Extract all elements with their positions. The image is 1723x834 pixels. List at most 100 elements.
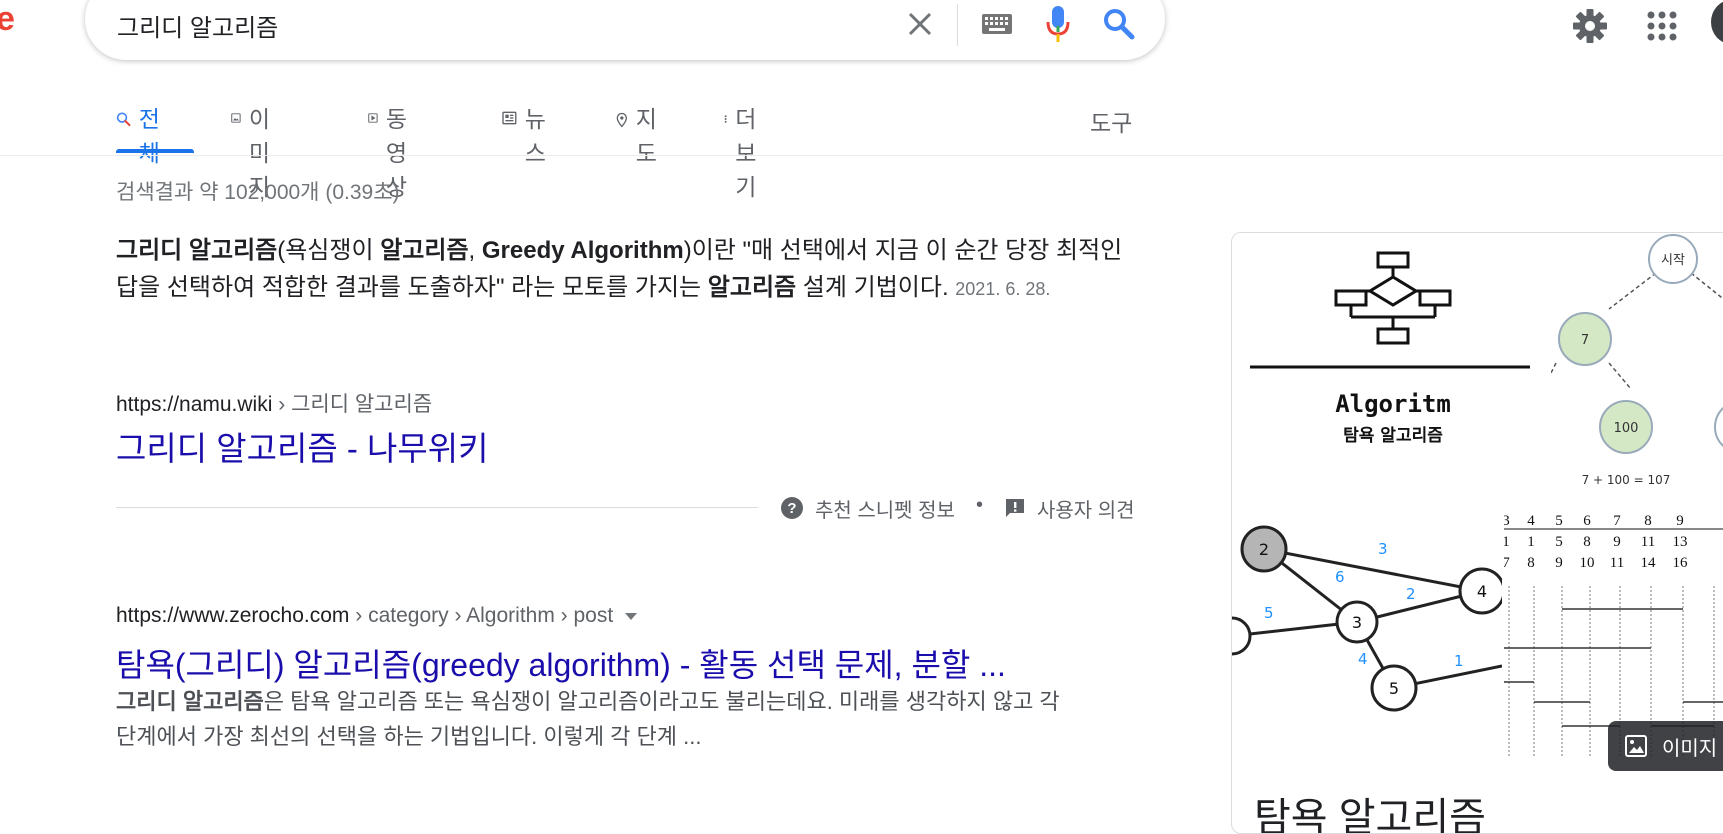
knowledge-panel: Algoritm 탐욕 알고리즘 시작 7 100 7 + 100 = 107 …	[1231, 232, 1723, 834]
table-cell: 5	[1555, 513, 1563, 529]
feedback-link[interactable]: 사용자 의견	[1037, 494, 1135, 523]
table-cell: 9	[1613, 534, 1621, 550]
tab-videos[interactable]: 동영상	[368, 100, 417, 200]
knowledge-panel-title: 탐욕 알고리즘	[1254, 796, 1486, 834]
tab-more[interactable]: 더보기	[724, 100, 761, 200]
table-cell: 9	[1676, 513, 1684, 529]
graph-node: 2	[1259, 540, 1269, 559]
settings-gear-icon[interactable]	[1572, 8, 1608, 44]
snippet-date: 2021. 6. 28.	[955, 279, 1051, 299]
active-tab-indicator	[116, 149, 194, 153]
tree-node: 7	[1581, 333, 1589, 348]
image-thumbnail[interactable]: Algoritm 탐욕 알고리즘	[1232, 233, 1548, 503]
snippet-text: ,	[468, 237, 482, 264]
keyboard-icon[interactable]	[982, 14, 1012, 36]
image-subtitle: 탐욕 알고리즘	[1343, 426, 1443, 446]
tab-label: 뉴스	[524, 106, 546, 166]
table-cell: 7	[1613, 513, 1621, 529]
graph-weight: 6	[1335, 568, 1345, 586]
tab-label: 지도	[635, 106, 657, 166]
url-breadcrumb: › category › Algorithm › post	[349, 604, 614, 627]
result-title-link[interactable]: 탐욕(그리디) 알고리즘(greedy algorithm) - 활동 선택 문…	[116, 640, 1006, 686]
tab-label: 전체	[138, 106, 160, 166]
video-icon	[368, 113, 378, 123]
table-cell: 11	[1610, 555, 1624, 571]
table-cell: 6	[1583, 513, 1591, 529]
search-icon	[116, 112, 131, 127]
graph-node: 5	[1389, 679, 1399, 698]
tab-label: 더보기	[735, 106, 757, 200]
svg-text:?: ?	[787, 500, 796, 517]
table-cell: 1	[1504, 534, 1510, 550]
more-images-label: 이미지	[1662, 737, 1718, 760]
tab-images[interactable]: 이미지	[231, 100, 280, 200]
graph-weight: 5	[1264, 604, 1274, 622]
tools-button[interactable]: 도구	[1090, 104, 1132, 138]
news-icon	[502, 111, 517, 125]
table-cell: 8	[1583, 534, 1591, 550]
graph-weight: 2	[1406, 585, 1416, 603]
tree-node: 100	[1614, 421, 1639, 436]
table-cell: 9	[1555, 555, 1563, 571]
table-cell: 4	[1527, 513, 1535, 529]
tab-news[interactable]: 뉴스	[502, 100, 553, 166]
snippet-bold: Greedy Algorithm	[481, 237, 684, 264]
result-description: 그리디 알고리즘은 탐욕 알고리즘 또는 욕심쟁이 알고리즘이라고도 불리는데요…	[116, 684, 1071, 754]
result-title-link[interactable]: 그리디 알고리즘 - 나무위키	[116, 422, 488, 470]
more-images-button[interactable]: 이미지	[1608, 721, 1723, 771]
snippet-bold: 알고리즘	[707, 274, 797, 301]
url-domain: https://namu.wiki	[116, 393, 273, 416]
microphone-icon[interactable]	[1046, 4, 1070, 44]
snippet-divider	[116, 507, 758, 508]
graph-weight: 1	[1454, 652, 1464, 670]
google-logo-fragment[interactable]: e	[0, 0, 15, 39]
result-url: https://namu.wiki › 그리디 알고리즘	[116, 388, 432, 418]
search-icon[interactable]	[1102, 6, 1136, 42]
image-thumbnail[interactable]: 시작 7 100 5 7 + 100 = 107	[1551, 233, 1723, 503]
result-stats: 검색결과 약 102,000개 (0.39초)	[116, 181, 400, 204]
tree-diagram-illustration: 시작 7 100 5 7 + 100 = 107	[1551, 234, 1723, 487]
graph-node: 3	[1352, 613, 1362, 632]
graph-weight: 4	[1358, 650, 1368, 668]
table-cell: 13	[1673, 534, 1688, 550]
tab-all[interactable]: 전체	[116, 100, 194, 166]
url-breadcrumb: › 그리디 알고리즘	[272, 393, 433, 416]
image-icon	[1625, 735, 1647, 757]
flowchart-illustration: Algoritm 탐욕 알고리즘	[1250, 251, 1530, 446]
dropdown-caret-icon[interactable]	[625, 612, 638, 620]
about-snippet-link[interactable]: 추천 스니펫 정보	[815, 494, 955, 523]
image-title: Algoritm	[1335, 390, 1451, 418]
snippet-bold: 그리디 알고리즘	[116, 237, 278, 264]
graph-weight: 3	[1378, 540, 1388, 558]
search-input[interactable]: 그리디 알고리즘	[117, 8, 278, 43]
desc-bold: 그리디 알고리즘	[116, 689, 264, 714]
clear-icon[interactable]	[905, 8, 935, 40]
graph-illustration: 2 3 4 5 3 6 2 5 4 1	[1232, 525, 1502, 712]
search-divider	[957, 4, 958, 46]
tree-caption: 7 + 100 = 107	[1582, 473, 1671, 487]
graph-node: 4	[1477, 582, 1487, 601]
tree-node: 시작	[1661, 253, 1685, 268]
map-pin-icon	[616, 112, 628, 128]
table-cell: 11	[1641, 534, 1655, 550]
url-domain: https://www.zerocho.com	[116, 604, 350, 627]
table-cell: 5	[1555, 534, 1563, 550]
image-collage: Algoritm 탐욕 알고리즘 시작 7 100 7 + 100 = 107 …	[1232, 233, 1723, 773]
table-cell: 1	[1527, 534, 1535, 550]
table-cell: 8	[1644, 513, 1652, 529]
table-cell: 8	[1527, 555, 1535, 571]
image-thumbnail[interactable]: 2 3 4 5 3 6 2 5 4 1	[1232, 506, 1502, 773]
more-vert-icon	[724, 115, 727, 123]
table-cell: 7	[1504, 555, 1510, 571]
apps-grid-icon[interactable]	[1646, 10, 1678, 42]
result-url: https://www.zerocho.com › category › Alg…	[116, 604, 638, 628]
separator-dot: •	[976, 494, 984, 516]
feedback-icon[interactable]	[1004, 497, 1026, 519]
table-cell: 14	[1641, 555, 1657, 571]
account-avatar[interactable]	[1711, 0, 1723, 44]
tab-maps[interactable]: 지도	[616, 100, 663, 166]
snippet-bold: 알고리즘	[380, 237, 469, 264]
table-cell: 16	[1673, 555, 1689, 571]
table-cell: 3	[1504, 513, 1510, 529]
help-icon[interactable]: ?	[780, 496, 804, 520]
